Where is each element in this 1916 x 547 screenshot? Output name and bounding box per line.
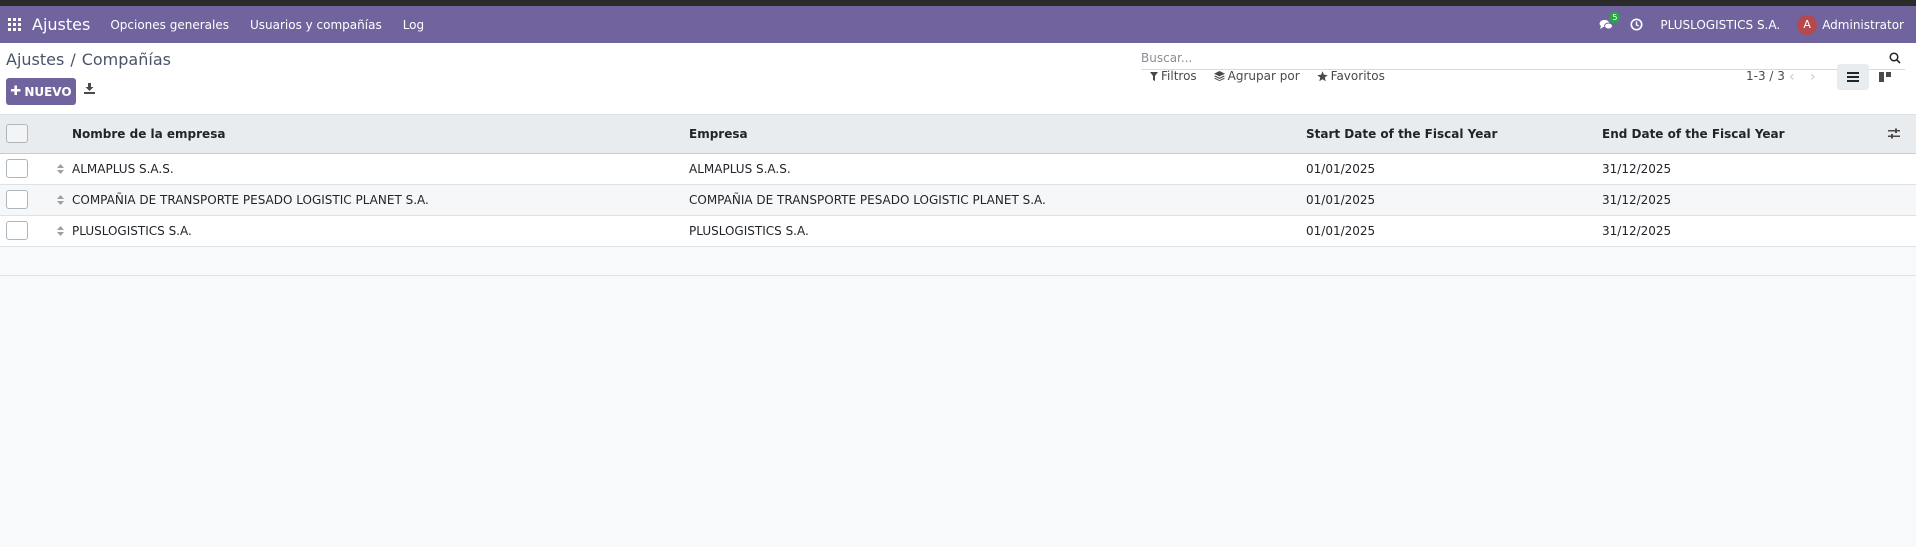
company-switcher[interactable]: PLUSLOGISTICS S.A. — [1660, 18, 1780, 32]
cell-nombre-empresa: PLUSLOGISTICS S.A. — [72, 224, 192, 238]
top-navbar: Ajustes Opciones generales Usuarios y co… — [0, 6, 1916, 43]
apps-grid-icon — [7, 18, 21, 31]
filter-icon — [1150, 71, 1158, 81]
sliders-icon — [1888, 128, 1900, 139]
navbar-systray: 5 PLUSLOGISTICS S.A. A Administrator — [1599, 6, 1904, 43]
cell-empresa: ALMAPLUS S.A.S. — [689, 162, 791, 176]
clock-icon — [1630, 18, 1643, 31]
activities-button[interactable] — [1630, 18, 1643, 31]
drag-handle-icon[interactable] — [57, 163, 64, 177]
favorites-dropdown[interactable]: Favoritos — [1316, 69, 1385, 83]
drag-handle-icon[interactable] — [57, 225, 64, 239]
row-checkbox[interactable] — [6, 159, 28, 178]
control-panel: Ajustes / Compañías ✚ NUEVO Filtros — [0, 43, 1916, 114]
cell-empresa: COMPAÑIA DE TRANSPORTE PESADO LOGISTIC P… — [689, 193, 1046, 207]
table-row[interactable]: COMPAÑIA DE TRANSPORTE PESADO LOGISTIC P… — [0, 185, 1916, 216]
breadcrumb-current: Compañías — [81, 50, 171, 69]
app-title[interactable]: Ajustes — [32, 15, 90, 34]
table-header: Nombre de la empresa Empresa Start Date … — [0, 114, 1916, 154]
menu-opciones-generales[interactable]: Opciones generales — [110, 18, 229, 32]
star-icon — [1316, 70, 1328, 81]
filters-dropdown[interactable]: Filtros — [1150, 69, 1197, 83]
chevron-left-icon[interactable]: ‹ — [1789, 69, 1795, 85]
row-checkbox[interactable] — [6, 190, 28, 209]
cell-start-date: 01/01/2025 — [1306, 193, 1376, 207]
kanban-view-icon — [1879, 72, 1891, 82]
layers-icon — [1213, 71, 1225, 81]
cell-nombre-empresa: COMPAÑIA DE TRANSPORTE PESADO LOGISTIC P… — [72, 193, 429, 207]
cell-start-date: 01/01/2025 — [1306, 224, 1376, 238]
table-empty-row — [0, 247, 1916, 276]
download-icon — [84, 83, 95, 94]
column-start-date[interactable]: Start Date of the Fiscal Year — [1306, 127, 1497, 141]
breadcrumb-separator: / — [70, 50, 76, 69]
cell-end-date: 31/12/2025 — [1602, 162, 1672, 176]
search-bar — [1141, 47, 1905, 70]
column-empresa[interactable]: Empresa — [689, 127, 748, 141]
optional-columns-toggle[interactable] — [1888, 128, 1900, 142]
favorites-label: Favoritos — [1330, 69, 1385, 83]
list-view-icon — [1847, 72, 1859, 82]
table-body: ALMAPLUS S.A.S. ALMAPLUS S.A.S. 01/01/20… — [0, 154, 1916, 276]
export-button[interactable] — [84, 83, 95, 97]
groupby-label: Agrupar por — [1227, 69, 1300, 83]
table-row[interactable]: PLUSLOGISTICS S.A. PLUSLOGISTICS S.A. 01… — [0, 216, 1916, 247]
new-button[interactable]: ✚ NUEVO — [6, 78, 76, 105]
breadcrumb-parent[interactable]: Ajustes — [6, 50, 64, 69]
search-input[interactable] — [1141, 51, 1881, 65]
cell-end-date: 31/12/2025 — [1602, 193, 1672, 207]
plus-icon: ✚ — [10, 84, 22, 99]
messages-badge: 5 — [1609, 11, 1621, 23]
cell-nombre-empresa: ALMAPLUS S.A.S. — [72, 162, 174, 176]
column-nombre-empresa[interactable]: Nombre de la empresa — [72, 127, 225, 141]
kanban-view-button[interactable] — [1869, 64, 1901, 90]
menu-log[interactable]: Log — [403, 18, 424, 32]
cell-end-date: 31/12/2025 — [1602, 224, 1672, 238]
apps-menu-button[interactable] — [0, 6, 28, 43]
avatar: A — [1797, 14, 1818, 35]
cell-empresa: PLUSLOGISTICS S.A. — [689, 224, 809, 238]
messages-button[interactable]: 5 — [1599, 11, 1621, 31]
breadcrumb: Ajustes / Compañías — [6, 50, 171, 69]
table-row[interactable]: ALMAPLUS S.A.S. ALMAPLUS S.A.S. 01/01/20… — [0, 154, 1916, 185]
row-checkbox[interactable] — [6, 221, 28, 240]
menu-usuarios-companias[interactable]: Usuarios y compañías — [250, 18, 382, 32]
pager-value[interactable]: 1-3 / 3 — [1746, 69, 1785, 83]
new-button-label: NUEVO — [24, 84, 72, 99]
user-name: Administrator — [1822, 17, 1904, 32]
search-options: Filtros Agrupar por Favoritos — [1150, 69, 1402, 83]
search-icon — [1889, 52, 1901, 64]
chevron-right-icon[interactable]: › — [1810, 69, 1816, 85]
list-view-button[interactable] — [1837, 64, 1869, 90]
drag-handle-icon[interactable] — [57, 194, 64, 208]
cell-start-date: 01/01/2025 — [1306, 162, 1376, 176]
user-menu[interactable]: A Administrator — [1797, 14, 1904, 35]
groupby-dropdown[interactable]: Agrupar por — [1213, 69, 1300, 83]
select-all-checkbox[interactable] — [6, 124, 28, 143]
filters-label: Filtros — [1161, 69, 1197, 83]
column-end-date[interactable]: End Date of the Fiscal Year — [1602, 127, 1785, 141]
companies-list: Nombre de la empresa Empresa Start Date … — [0, 114, 1916, 276]
